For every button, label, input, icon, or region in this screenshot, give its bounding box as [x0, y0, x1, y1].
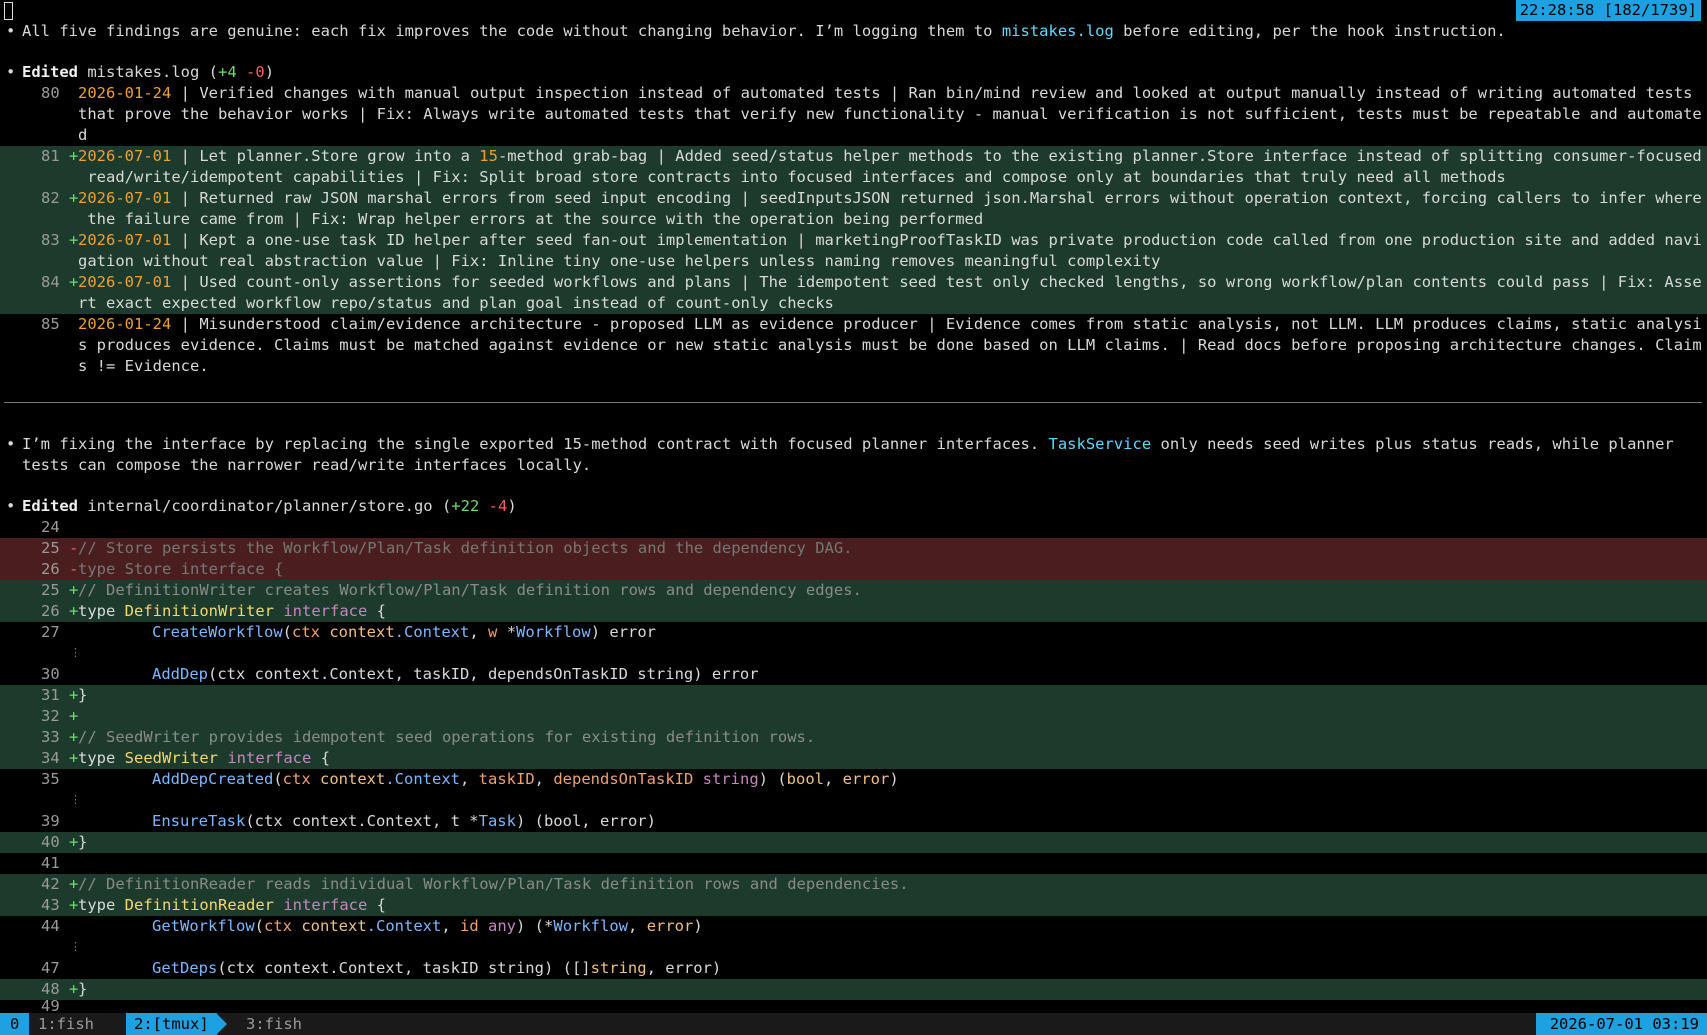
- diff-line: s != Evidence.: [78, 357, 209, 375]
- edited-file[interactable]: mistakes.log: [87, 63, 199, 81]
- code-line-removed: 26- type Store interface {: [0, 559, 1707, 580]
- window-2-active[interactable]: 2:[tmux]: [126, 1013, 217, 1035]
- code-line-added: 40 +}: [0, 832, 1707, 853]
- edit-header: • Edited internal/coordinator/planner/st…: [6, 497, 517, 515]
- status-datetime: 2026-07-01 03:19: [1535, 1013, 1707, 1035]
- lines-added: +22: [451, 497, 480, 515]
- message-line: tests can compose the narrower read/writ…: [22, 456, 592, 474]
- terminal-cursor: [4, 2, 13, 20]
- diff-line-added: 84 +2026-07-01 | Used count-only assertio…: [0, 272, 1707, 293]
- lines-removed: -4: [488, 497, 508, 515]
- window-1[interactable]: 1:fish: [38, 1013, 94, 1035]
- edit-verb: Edited: [22, 63, 78, 81]
- diff-line-added: the failure came from | Fix: Wrap helper…: [0, 209, 1707, 230]
- code-line: 27 CreateWorkflow(ctx context.Context, w …: [41, 623, 657, 641]
- diff-line-added: 82 +2026-07-01 | Returned raw JSON marsha…: [0, 188, 1707, 209]
- diff-line: 80 2026-01-24 | Verified changes with man…: [41, 84, 1693, 102]
- diff-line-added: 81 +2026-07-01 | Let planner.Store grow i…: [0, 146, 1707, 167]
- code-line-added: 33 +// SeedWriter provides idempotent see…: [0, 727, 1707, 748]
- lines-added: +4: [218, 63, 237, 81]
- lines-removed: -0: [246, 63, 265, 81]
- tmux-clock: 22:28:58 [182/1739]: [1515, 0, 1701, 21]
- diff-line-added: read/write/idempotent capabilities | Fix…: [0, 167, 1707, 188]
- code-line: 30 AddDep(ctx context.Context, taskID, de…: [41, 665, 759, 683]
- code-line: 24: [41, 518, 60, 536]
- code-line-added: 31 +}: [0, 685, 1707, 706]
- fold-marker[interactable]: ⋮: [0, 937, 1707, 958]
- code-line: 35 AddDepCreated(ctx context.Context, tas…: [41, 770, 899, 788]
- section-divider: [4, 402, 1702, 403]
- code-line: 44 GetWorkflow(ctx context.Context, id an…: [41, 917, 703, 935]
- window-3[interactable]: 3:fish: [246, 1013, 302, 1035]
- fold-marker[interactable]: ⋮: [0, 790, 1707, 811]
- edit-header: • Edited mistakes.log (+4 -0): [6, 63, 275, 81]
- session-index[interactable]: 0: [0, 1013, 30, 1035]
- diff-line-added: 83 +2026-07-01 | Kept a one-use task ID h…: [0, 230, 1707, 251]
- code-line-added: 42 +// DefinitionReader reads individual …: [0, 874, 1707, 895]
- file-link[interactable]: mistakes.log: [1002, 22, 1114, 40]
- tmux-status-bar: 0 1:fish 2:[tmux] 3:fish 2026-07-01 03:1…: [0, 1013, 1707, 1035]
- code-line: 49: [41, 997, 60, 1013]
- diff-line-added: rt exact expected workflow repo/status a…: [0, 293, 1707, 314]
- diff-line: that prove the behavior works | Fix: Alw…: [78, 105, 1702, 123]
- code-line-added: 34 + type SeedWriter interface {: [0, 748, 1707, 769]
- code-line-added: 32 +: [0, 706, 1707, 727]
- message-line: • I’m fixing the interface by replacing …: [6, 435, 1674, 453]
- code-line-added: 26 + type DefinitionWriter interface {: [0, 601, 1707, 622]
- fold-marker[interactable]: ⋮: [0, 643, 1707, 664]
- edited-file[interactable]: internal/coordinator/planner/store.go: [87, 497, 432, 515]
- code-line: 47 GetDeps(ctx context.Context, taskID st…: [41, 959, 722, 977]
- diff-line: 85 2026-01-24 | Misunderstood claim/evide…: [41, 315, 1702, 333]
- diff-line-added: gation without real abstraction value | …: [0, 251, 1707, 272]
- code-line: 41: [41, 854, 60, 872]
- message-text: All five findings are genuine: each fix …: [22, 22, 1506, 40]
- message-line: • All five findings are genuine: each fi…: [6, 22, 1506, 40]
- code-line-added: 43 + type DefinitionReader interface {: [0, 895, 1707, 916]
- powerline-arrow: [216, 1013, 227, 1035]
- code-line-removed: 25-// Store persists the Workflow/Plan/T…: [0, 538, 1707, 559]
- diff-line: d: [78, 126, 88, 144]
- code-line: 39 EnsureTask(ctx context.Context, t *Tas…: [41, 812, 656, 830]
- diff-line: s produces evidence. Claims must be matc…: [78, 336, 1702, 354]
- code-line-added: 25 +// DefinitionWriter creates Workflow/…: [0, 580, 1707, 601]
- identifier-link[interactable]: TaskService: [1049, 435, 1152, 453]
